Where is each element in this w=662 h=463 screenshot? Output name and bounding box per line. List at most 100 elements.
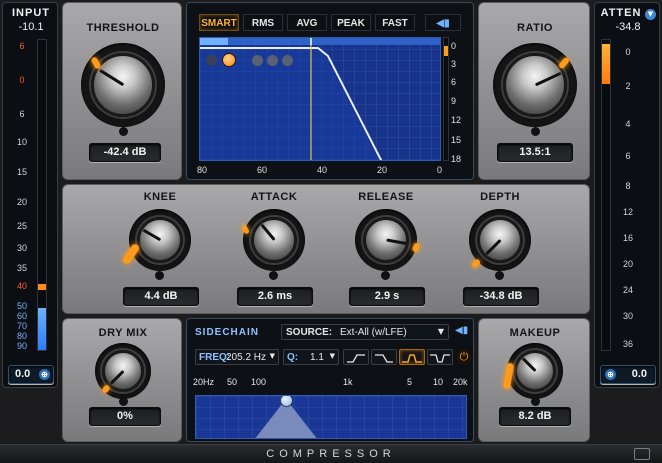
graph-gr-meter	[443, 37, 449, 161]
detector-ball	[282, 55, 293, 66]
sidechain-title: SIDECHAIN	[195, 327, 260, 338]
highpass-filter-button[interactable]	[343, 349, 369, 365]
atten-menu-icon[interactable]: ▼	[645, 9, 656, 20]
chevron-down-icon: ▼	[269, 352, 275, 360]
input-peak-readout: -10.1	[18, 21, 44, 33]
ratio-panel: RATIO 13.5:1	[478, 2, 590, 180]
q-value: 1.1	[310, 352, 324, 363]
q-label: Q:	[287, 352, 299, 363]
threshold-knob[interactable]	[91, 53, 155, 117]
attack-knob[interactable]	[251, 217, 297, 263]
mode-fast-button[interactable]: FAST	[375, 14, 415, 31]
chevron-down-icon: ▼	[437, 327, 444, 336]
graph-x-axis: 80 60 40 20 0	[197, 165, 443, 175]
drymix-field[interactable]: 0%	[89, 407, 161, 426]
input-gain-value: 0.0	[15, 368, 31, 380]
plugin-title: COMPRESSOR	[266, 448, 396, 460]
makeup-panel: MAKEUP 8.2 dB	[478, 318, 590, 442]
freq-field[interactable]: FREQ: 205.2 Hz ▼	[195, 349, 279, 365]
source-label: SOURCE:	[286, 327, 333, 338]
input-meter-level	[38, 308, 46, 350]
release-label: RELEASE	[358, 191, 414, 203]
atten-meter-bar	[601, 39, 611, 351]
input-title: INPUT	[12, 7, 50, 19]
sidechain-curve-svg	[196, 396, 466, 438]
chevron-down-icon: ▼	[329, 352, 335, 360]
makeup-label: MAKEUP	[509, 327, 561, 339]
atten-title: ATTEN	[600, 7, 642, 19]
highpass-icon	[347, 354, 365, 363]
drymix-panel: DRY MIX 0%	[62, 318, 182, 442]
makeup-knob[interactable]	[514, 350, 556, 392]
attack-field[interactable]: 2.6 ms	[237, 287, 313, 306]
detector-ball	[252, 55, 263, 66]
dynamics-panel: KNEE 4.4 dB ATTACK 2.6 ms RELEASE 2.9 s …	[62, 184, 590, 314]
speaker-icon[interactable]: ◀▮	[425, 14, 461, 31]
depth-knob[interactable]	[477, 217, 523, 263]
mode-avg-button[interactable]: AVG	[287, 14, 327, 31]
ratio-field[interactable]: 13.5:1	[497, 143, 573, 162]
depth-pointer	[484, 238, 502, 256]
detector-ball	[206, 55, 217, 66]
detector-ball	[267, 55, 278, 66]
knee-knob[interactable]	[137, 217, 183, 263]
atten-peak-readout: -34.8	[615, 21, 641, 33]
input-level-strip	[200, 38, 440, 45]
mode-peak-button[interactable]: PEAK	[331, 14, 371, 31]
speaker-icon[interactable]: ◀▮	[455, 325, 468, 336]
threshold-label: THRESHOLD	[86, 22, 160, 34]
knee-label: KNEE	[143, 191, 177, 203]
freq-axis: 20Hz 50 100 1k 5 10 20k	[193, 377, 468, 387]
mode-rms-button[interactable]: RMS	[243, 14, 283, 31]
sidechain-panel: SIDECHAIN SOURCE: Ext-All (w/LFE) ▼ ◀▮ F…	[186, 318, 474, 442]
knee-pointer	[141, 228, 161, 242]
release-field[interactable]: 2.9 s	[349, 287, 425, 306]
lowpass-filter-button[interactable]	[371, 349, 397, 365]
depth-led	[470, 258, 482, 269]
atten-meter-panel: ATTEN ▼ -34.8 0 2 4 6 8 12 16 20 24 30 3…	[594, 2, 660, 388]
graph-y-axis: 0 3 6 9 12 15 18	[451, 41, 462, 164]
release-knob[interactable]	[363, 217, 409, 263]
link-icon[interactable]: ⊕	[605, 369, 616, 380]
mode-smart-button[interactable]: SMART	[199, 14, 239, 31]
attack-pointer	[259, 223, 276, 241]
input-gain-field[interactable]: 0.0 ⊕	[8, 365, 54, 384]
threshold-pointer	[98, 68, 124, 87]
threshold-field[interactable]: -42.4 dB	[89, 143, 161, 162]
makeup-field[interactable]: 8.2 dB	[499, 407, 571, 426]
notch-filter-button[interactable]	[427, 349, 453, 365]
lowpass-icon	[375, 354, 393, 363]
drymix-label: DRY MIX	[98, 327, 148, 339]
input-meter-peak-hold	[38, 284, 46, 290]
link-icon[interactable]: ⊕	[39, 369, 50, 380]
atten-field[interactable]: ⊕ 0.0	[600, 365, 656, 384]
atten-scale: 0 2 4 6 8 12 16 20 24 30 36	[622, 47, 633, 349]
ratio-pointer	[534, 71, 562, 87]
attack-label: ATTACK	[250, 191, 298, 203]
transfer-graph[interactable]	[199, 37, 441, 161]
ratio-label: RATIO	[517, 22, 553, 34]
input-level-fill	[200, 38, 228, 45]
source-value: Ext-All (w/LFE)	[340, 327, 407, 338]
q-field[interactable]: Q: 1.1 ▼	[283, 349, 339, 365]
atten-value: 0.0	[631, 368, 647, 380]
bandpass-icon	[402, 354, 422, 363]
makeup-pointer	[521, 357, 537, 373]
input-meter-bar	[37, 39, 47, 351]
threshold-panel: THRESHOLD -42.4 dB	[62, 2, 182, 180]
depth-label: DEPTH	[480, 191, 520, 203]
depth-field[interactable]: -34.8 dB	[463, 287, 539, 306]
knee-field[interactable]: 4.4 dB	[123, 287, 199, 306]
ratio-knob[interactable]	[503, 53, 567, 117]
detector-ball-active	[222, 53, 236, 67]
input-meter-panel: INPUT -10.1 6 0 6 10 15 20 25 30 35 40 5…	[2, 2, 58, 388]
release-pointer	[385, 238, 406, 245]
footer-logo-icon	[634, 448, 650, 460]
sidechain-filter-graph[interactable]	[195, 395, 467, 439]
bandpass-filter-button[interactable]	[399, 349, 425, 365]
source-dropdown[interactable]: SOURCE: Ext-All (w/LFE) ▼	[281, 324, 449, 340]
input-scale: 6 0 6 10 15 20 25 30 35 40 50 60 70 80 9…	[16, 41, 27, 351]
notch-icon	[430, 354, 450, 363]
drymix-pointer	[109, 369, 125, 385]
power-icon[interactable]: ⏻	[457, 350, 471, 364]
